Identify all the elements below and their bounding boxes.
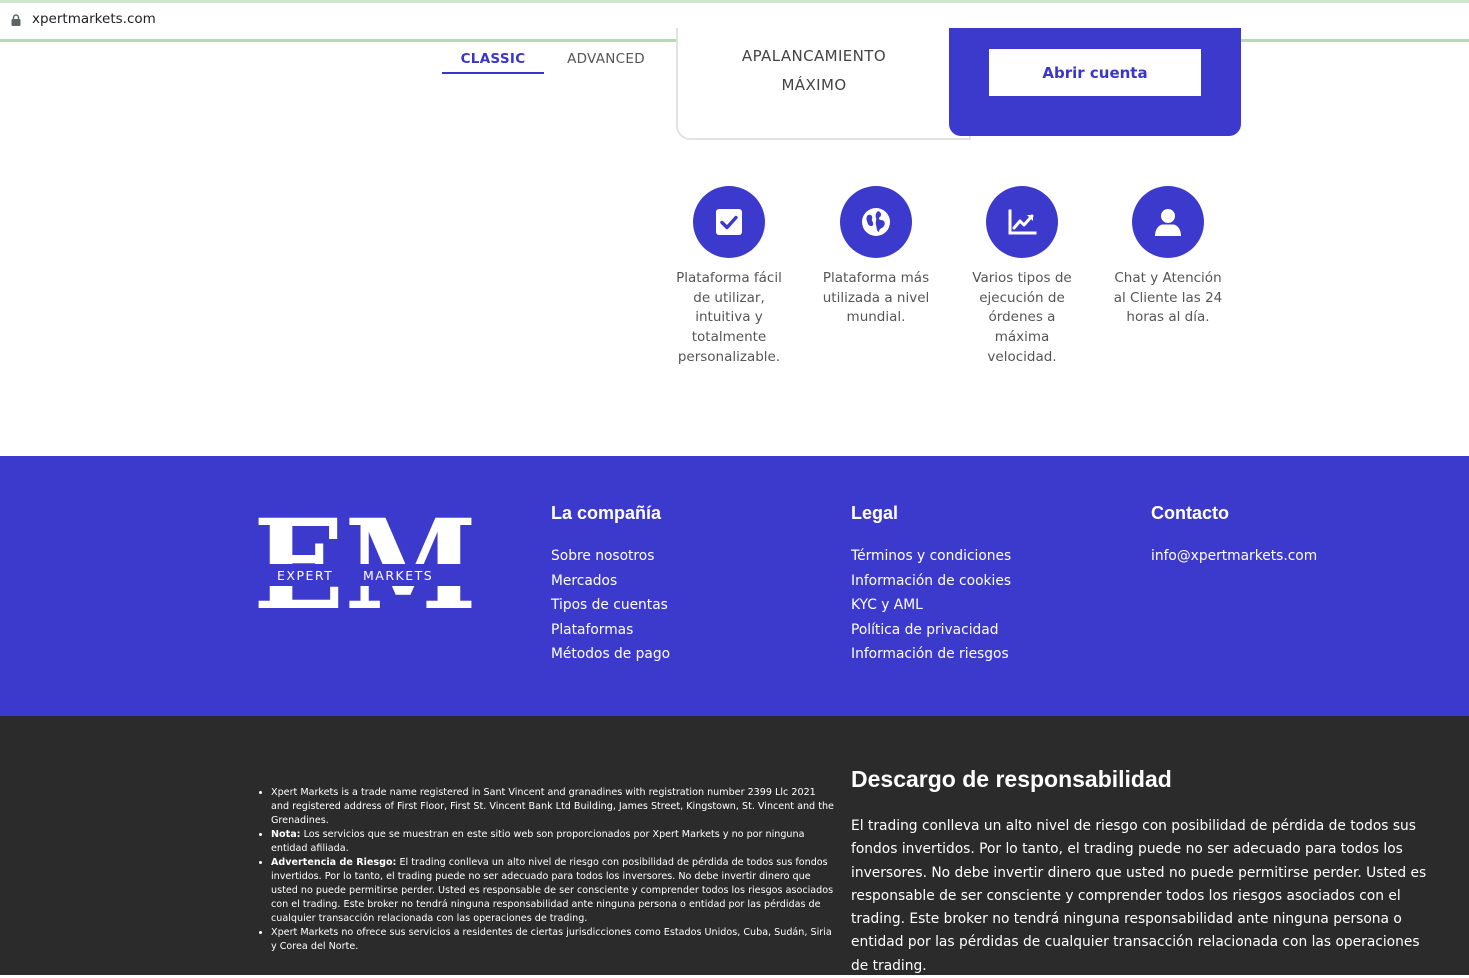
site-footer: EM EXPERT MARKETS La compañía Sobre noso…: [0, 456, 1469, 716]
legal-notes-list: Xpert Markets is a trade name registered…: [256, 786, 836, 954]
footer-heading-legal: Legal: [851, 503, 899, 523]
legal-note: Advertencia de Riesgo: El trading conlle…: [271, 856, 836, 926]
legal-note-text: Xpert Markets no ofrece sus servicios a …: [271, 927, 832, 952]
logo-word-expert: EXPERT: [277, 568, 333, 583]
disclaimer-title: Descargo de responsabilidad: [851, 766, 1172, 792]
logo-letters: EM: [253, 506, 477, 610]
legal-note-label: Advertencia de Riesgo:: [271, 857, 397, 868]
leverage-label-line1: APALANCAMIENTO: [741, 47, 887, 65]
footer-link-email[interactable]: info@xpertmarkets.com: [1151, 544, 1317, 569]
leverage-label-line2: MÁXIMO: [781, 76, 847, 94]
footer-link-cookies[interactable]: Información de cookies: [851, 569, 1011, 594]
lock-icon: [11, 14, 21, 26]
legal-note-label: Nota:: [271, 829, 301, 840]
footer-link-payment-methods[interactable]: Métodos de pago: [551, 642, 670, 667]
footer-link-account-types[interactable]: Tipos de cuentas: [551, 593, 670, 618]
footer-link-risk[interactable]: Información de riesgos: [851, 642, 1011, 667]
leverage-label: APALANCAMIENTO MÁXIMO: [678, 42, 950, 100]
feature-item: Plataforma fácil de utilizar, intuitiva …: [671, 186, 787, 368]
footer-link-privacy[interactable]: Política de privacidad: [851, 618, 1011, 643]
footer-link-kyc-aml[interactable]: KYC y AML: [851, 593, 1011, 618]
feature-text: Plataforma más utilizada a nivel mundial…: [822, 270, 930, 326]
feature-circle: [693, 186, 765, 258]
leverage-card: APALANCAMIENTO MÁXIMO: [676, 28, 971, 140]
open-account-button[interactable]: Abrir cuenta: [989, 49, 1201, 96]
legal-note: Nota: Los servicios que se muestran en e…: [271, 828, 836, 856]
checkbox-icon: [716, 209, 742, 235]
legal-note-text: Los servicios que se muestran en este si…: [271, 829, 805, 854]
footer-link-platforms[interactable]: Plataformas: [551, 618, 670, 643]
tab-classic[interactable]: CLASSIC: [442, 44, 544, 74]
feature-item: Plataforma más utilizada a nivel mundial…: [818, 186, 934, 328]
feature-text: Varios tipos de ejecución de órdenes a m…: [972, 270, 1072, 365]
cta-panel: Abrir cuenta: [949, 28, 1241, 136]
globe-icon: [862, 208, 890, 236]
disclaimer-body: El trading conlleva un alto nivel de rie…: [851, 818, 1427, 974]
legal-note: Xpert Markets no ofrece sus servicios a …: [271, 926, 836, 954]
expert-markets-logo[interactable]: EM EXPERT MARKETS: [251, 506, 479, 610]
tab-advanced[interactable]: ADVANCED: [554, 44, 658, 74]
footer-link-terms[interactable]: Términos y condiciones: [851, 544, 1011, 569]
feature-circle: [986, 186, 1058, 258]
footer-heading-company: La compañía: [551, 503, 662, 523]
feature-text: Plataforma fácil de utilizar, intuitiva …: [676, 270, 782, 365]
legal-section: Xpert Markets is a trade name registered…: [0, 716, 1469, 975]
footer-link-markets[interactable]: Mercados: [551, 569, 670, 594]
footer-link-about[interactable]: Sobre nosotros: [551, 544, 670, 569]
chart-line-icon: [1008, 209, 1037, 235]
footer-column-contact: Contacto info@xpertmarkets.com: [1151, 503, 1317, 569]
legal-note: Xpert Markets is a trade name registered…: [271, 786, 836, 828]
feature-circle: [1132, 186, 1204, 258]
footer-heading-contact: Contacto: [1151, 503, 1229, 523]
footer-column-legal: Legal Términos y condiciones Información…: [851, 503, 1011, 667]
feature-item: Chat y Atención al Cliente las 24 horas …: [1110, 186, 1226, 328]
feature-circle: [840, 186, 912, 258]
url-text: xpertmarkets.com: [32, 11, 156, 27]
feature-item: Varios tipos de ejecución de órdenes a m…: [964, 186, 1080, 368]
legal-note-text: Xpert Markets is a trade name registered…: [271, 787, 834, 826]
feature-text: Chat y Atención al Cliente las 24 horas …: [1113, 270, 1223, 326]
footer-column-company: La compañía Sobre nosotros Mercados Tipo…: [551, 503, 670, 667]
logo-word-markets: MARKETS: [363, 568, 433, 583]
platform-tabs: CLASSIC ADVANCED: [442, 44, 658, 74]
user-icon: [1155, 209, 1181, 236]
